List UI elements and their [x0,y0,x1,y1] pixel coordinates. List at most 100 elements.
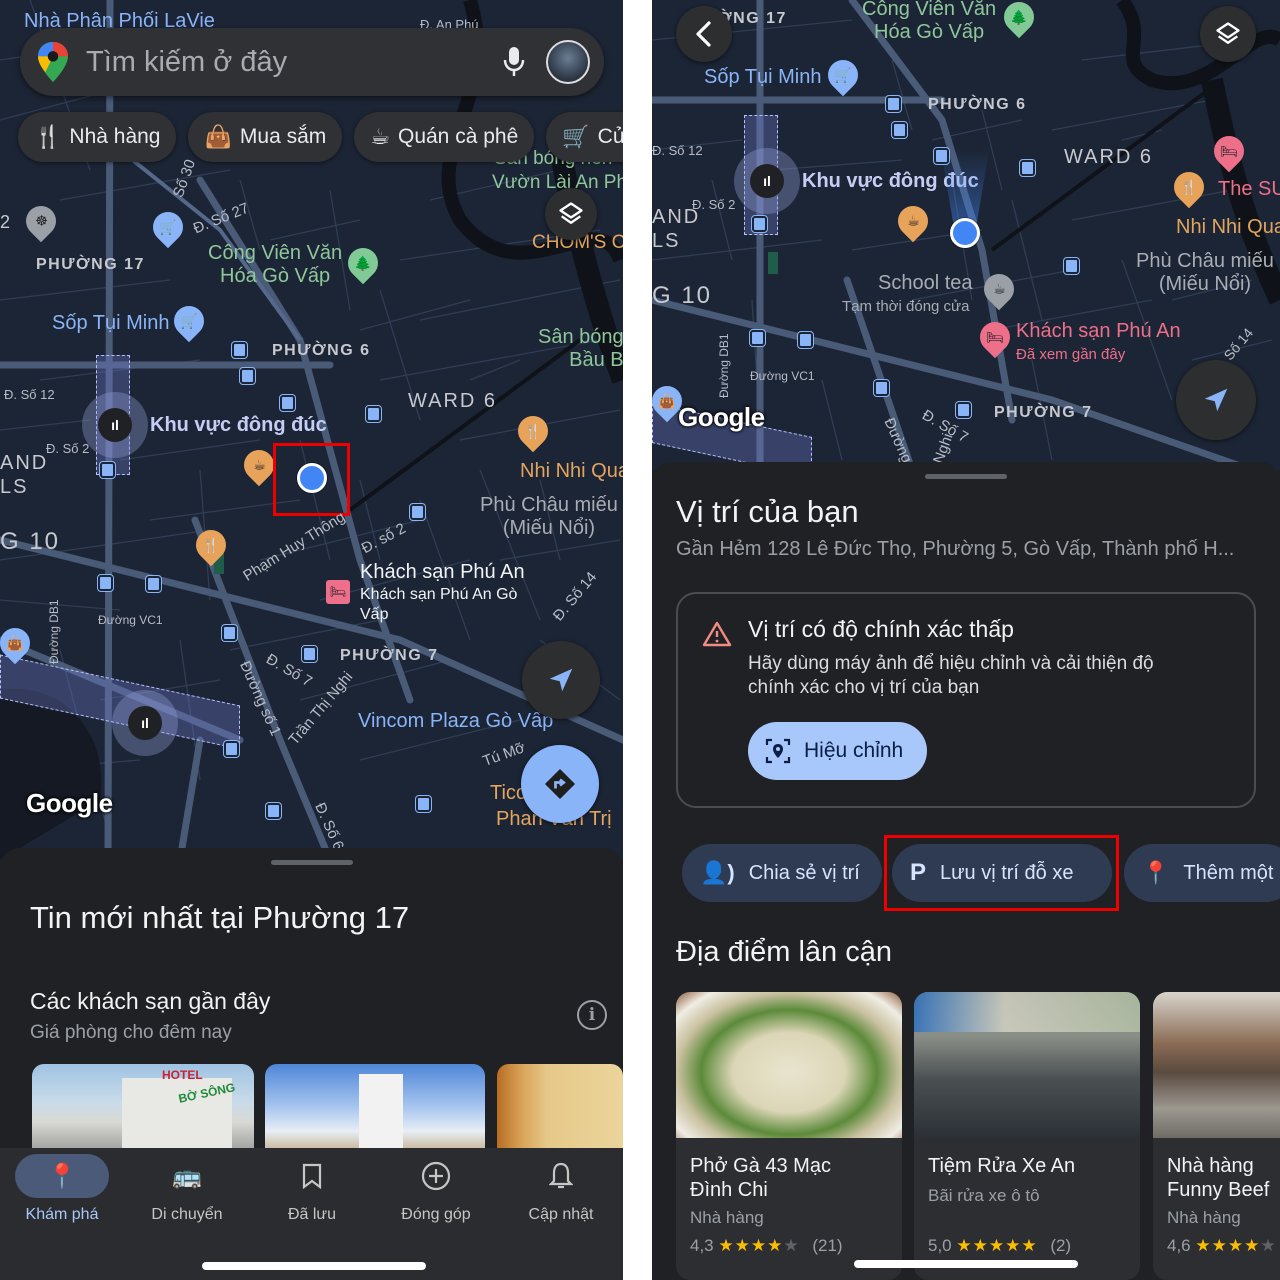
bus-stop-icon[interactable] [955,401,972,419]
bus-stop-icon[interactable] [885,95,902,113]
street-so12: Đ. Số 12 [652,143,703,158]
nearby-place-card[interactable]: Nhà hàng Funny Beef Nhà hàng 4,6 ★★★★★ [1153,992,1280,1280]
search-input[interactable]: Tìm kiếm ở đây [86,46,494,79]
back-button[interactable] [676,6,732,62]
chip-shopping[interactable]: 👜 Mua sắm [188,112,343,162]
map-label-sop-tui[interactable]: Sốp Tụi Minh [704,66,821,89]
share-location-button[interactable]: 👤) Chia sẻ vị trí [682,844,882,902]
bus-stop-icon[interactable] [221,624,238,642]
nearby-place-card[interactable]: Phở Gà 43 Mạc Đình Chi Nhà hàng 4,3 ★★★★… [676,992,902,1280]
bookmark-icon [265,1154,359,1198]
hotel-card[interactable] [497,1064,623,1160]
hotel-bed-icon[interactable]: 🛏 [326,580,350,604]
my-location-button[interactable] [522,641,600,719]
navigation-arrow-icon [549,668,573,692]
nav-contribute[interactable]: Đóng góp [374,1148,498,1248]
share-location-icon: 👤) [700,860,735,885]
home-indicator[interactable] [202,1262,426,1270]
map-label-hotel[interactable]: Khách sạn Phú An [360,561,525,584]
bus-stop-icon[interactable] [99,461,116,479]
bus-stop-icon[interactable] [231,341,248,359]
calibrate-button[interactable]: Hiệu chỉnh [748,722,928,780]
sheet-drag-handle[interactable] [270,860,353,865]
map-label-phuong17: PHƯỜNG 17 [36,256,145,273]
nav-saved[interactable]: Đã lưu [250,1148,374,1248]
crowd-indicator-icon[interactable]: ıl [112,690,178,756]
hotel-card[interactable] [265,1064,485,1160]
map-label-phu-chau[interactable]: Phù Châu miếu (Miếu Nổi) [480,494,618,540]
home-indicator[interactable] [854,1260,1078,1268]
rating-value: 4,6 [1167,1236,1191,1255]
map-label-vincom[interactable]: Vincom Plaza Gò Vấp [358,710,553,733]
info-icon[interactable]: i [577,1000,607,1030]
map-view[interactable]: ỜNG 17 Công Viên Văn Hóa Gò Vấp 🌲 Sốp Tụ… [652,0,1280,470]
chip-coffee[interactable]: ☕ Quán cà phê [354,112,535,162]
chip-stores[interactable]: 🛒 Cửa [546,112,623,162]
map-label-ls: LS [652,230,681,252]
sheet-drag-handle[interactable] [925,474,1007,479]
bus-stop-icon[interactable] [415,795,432,813]
place-rating: 4,6 ★★★★★ [1167,1236,1277,1256]
highlight-box [273,443,350,516]
bus-stop-icon[interactable] [365,405,382,423]
school-tea-status: Tạm thời đóng cửa [842,298,970,315]
bus-stop-icon[interactable] [751,215,768,233]
street-so12: Đ. Số 12 [4,387,55,402]
map-label-sop-tui[interactable]: Sốp Tụi Minh [52,312,169,335]
hotel-card[interactable]: HOTEL BỜ SÔNG [32,1064,254,1160]
user-avatar[interactable] [546,40,590,84]
my-location-button[interactable] [1176,360,1256,440]
layers-button[interactable] [1200,6,1256,62]
chip-restaurants[interactable]: 🍴 Nhà hàng [18,112,177,162]
add-place-button[interactable]: 📍 Thêm một [1124,844,1280,902]
bus-stop-icon[interactable] [301,645,318,663]
bus-stop-icon[interactable] [239,367,256,385]
navigation-arrow-icon [1204,388,1228,412]
review-count: (2) [1050,1236,1072,1255]
map-label-hotel[interactable]: Khách sạn Phú An [1016,320,1181,343]
chevron-left-icon [696,21,711,47]
bus-stop-icon[interactable] [1063,257,1080,275]
map-label-nhi-nhi[interactable]: Nhi Nhi Qua [1176,216,1280,239]
star-rating-icon: ★★★★★ [1195,1236,1277,1255]
nav-updates[interactable]: Cập nhật [499,1148,623,1248]
map-label-phuong6: PHƯỜNG 6 [928,96,1027,113]
search-bar[interactable]: Tìm kiếm ở đây [20,28,604,96]
warning-title: Vị trí có độ chính xác thấp [748,616,1014,642]
bus-stop-icon[interactable] [265,802,282,820]
nearby-place-card[interactable]: Tiệm Rửa Xe An Bãi rửa xe ô tô 5,0 ★★★★★… [914,992,1140,1280]
action-label: Chia sẻ vị trí [748,861,860,884]
bus-stop-icon[interactable] [145,575,162,593]
crowd-indicator-icon[interactable]: ıl [82,392,148,458]
bus-stop-icon[interactable] [1019,159,1036,177]
directions-button[interactable] [521,745,599,823]
bus-stop-icon[interactable] [223,740,240,758]
bus-stop-icon[interactable] [933,147,950,165]
park-label-line1: Công Viên Văn [208,242,343,264]
map-label-park[interactable]: Công Viên Văn Hóa Gò Vấp [862,0,996,44]
bus-stop-icon[interactable] [873,379,890,397]
map-label-crowd[interactable]: Khu vực đông đúc [150,414,327,437]
mic-icon[interactable] [494,42,534,82]
map-label-san-bong[interactable]: Sân bóng Bầu B [538,326,623,372]
current-location-dot[interactable] [950,218,980,248]
map-label-school-tea[interactable]: School tea [878,272,973,295]
crowd-indicator-icon[interactable]: ıl [734,148,800,214]
map-label-phu-chau[interactable]: Phù Châu miếu (Miếu Nổi) [1136,250,1274,296]
layers-button[interactable] [545,188,597,240]
nav-explore[interactable]: 📍 Khám phá [0,1148,124,1248]
nav-commute[interactable]: 🚌 Di chuyển [125,1148,249,1248]
place-name: Tiệm Rửa Xe An [928,1154,1075,1178]
bus-stop-icon[interactable] [279,394,296,412]
map-label-phuong7: PHƯỜNG 7 [340,647,439,664]
bus-stop-icon[interactable] [97,574,114,592]
bus-stop-icon[interactable] [749,329,766,347]
map-label-park[interactable]: Công Viên Văn Hóa Gò Vấp [208,242,342,288]
map-label-the-su[interactable]: The SU [1218,178,1280,201]
bus-stop-icon[interactable] [797,331,814,349]
place-name-line1: Tiệm Rửa Xe An [928,1155,1076,1177]
bus-stop-icon[interactable] [409,503,426,521]
cart-icon: 🛒 [562,124,590,149]
bus-stop-icon[interactable] [891,121,908,139]
map-label-nhi-nhi[interactable]: Nhi Nhi Qua [520,460,623,483]
